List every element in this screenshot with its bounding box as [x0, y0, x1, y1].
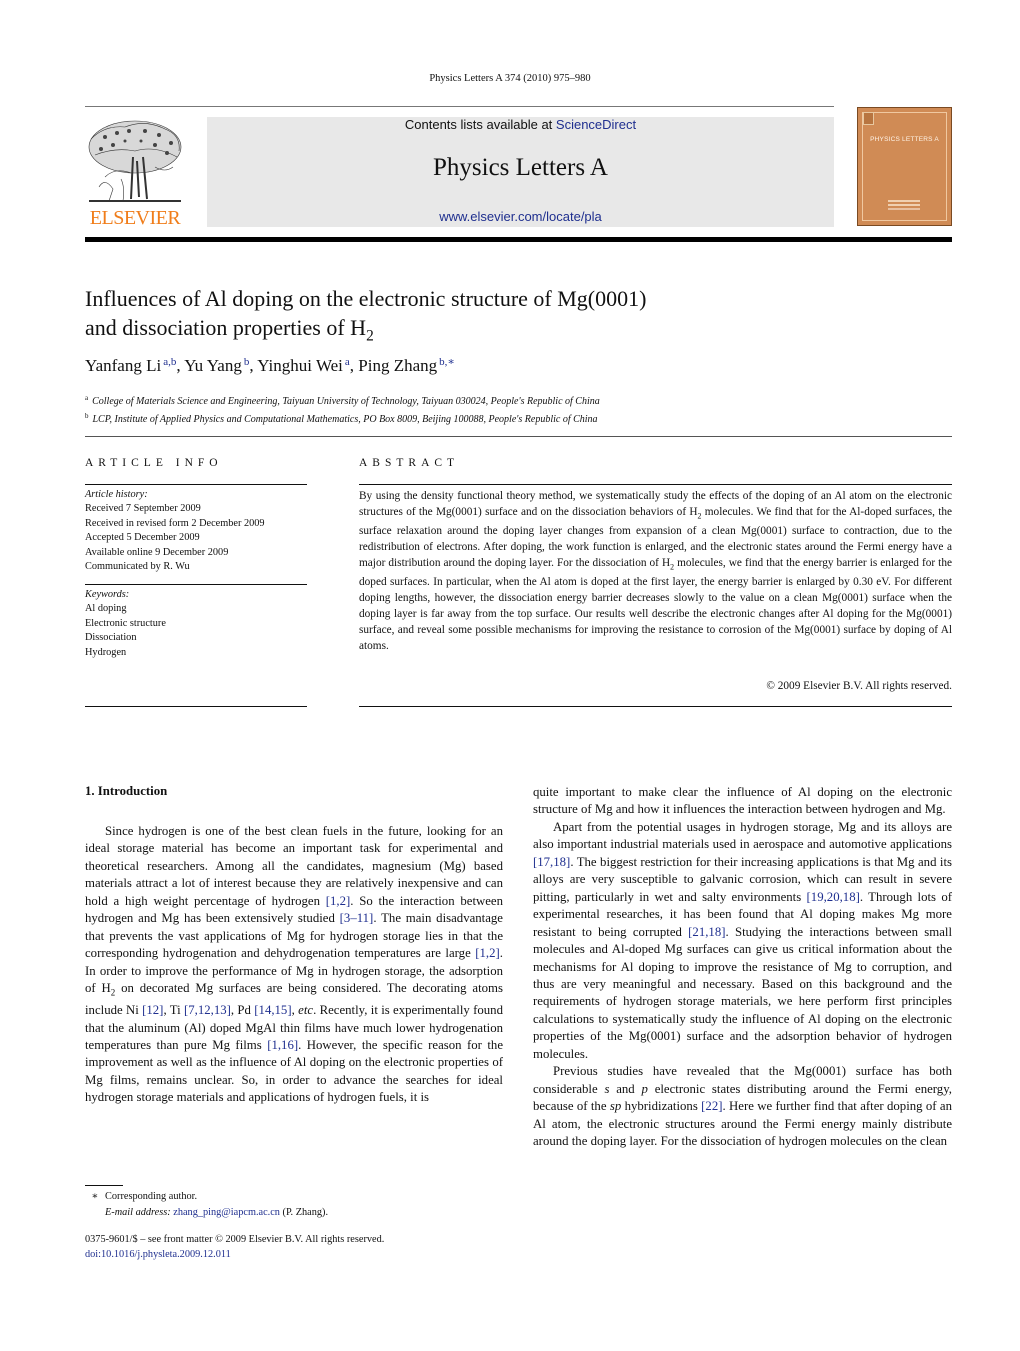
- info-rule: [85, 584, 307, 585]
- citation-link[interactable]: [1,2]: [475, 946, 500, 960]
- abstract-text-part: molecules, we find that the energy barri…: [359, 557, 952, 653]
- affiliation-mark: b: [85, 412, 89, 420]
- corresponding-text: Corresponding author.: [105, 1191, 198, 1202]
- footnotes: ∗ Corresponding author. E-mail address: z…: [85, 1189, 505, 1221]
- affiliation-a: a College of Materials Science and Engine…: [85, 391, 600, 409]
- author-affiliation-mark[interactable]: b,∗: [439, 356, 455, 368]
- affiliation-b: b LCP, Institute of Applied Physics and C…: [85, 409, 600, 427]
- journal-title: Physics Letters A: [433, 154, 608, 181]
- italic-text: p: [641, 1081, 648, 1096]
- front-matter-line: 0375-9601/$ – see front matter © 2009 El…: [85, 1234, 385, 1245]
- citation-link[interactable]: [3–11]: [340, 911, 374, 925]
- running-head: Physics Letters A 374 (2010) 975–980: [429, 73, 591, 84]
- section-heading-introduction: 1. Introduction: [85, 784, 168, 798]
- author[interactable]: Ping Zhang: [358, 356, 437, 375]
- email-suffix: (P. Zhang).: [279, 1207, 329, 1218]
- abstract-heading: ABSTRACT: [359, 457, 460, 469]
- history-item: Available online 9 December 2009: [85, 546, 229, 558]
- author-list: Yanfang Li a,b, Yu Yang b, Yinghui Wei a, P…: [85, 355, 455, 376]
- article-history: Article history: Received 7 September 20…: [85, 488, 307, 574]
- title-line-1: Influences of Al doping on the electroni…: [85, 286, 647, 311]
- email-link[interactable]: zhang_ping@iapcm.ac.cn: [173, 1207, 280, 1218]
- citation-link[interactable]: [19,20,18]: [807, 890, 860, 904]
- section-rule: [85, 436, 952, 437]
- article-title: Influences of Al doping on the electroni…: [85, 284, 845, 350]
- history-label: Article history:: [85, 489, 148, 500]
- citation-link[interactable]: [12]: [142, 1003, 163, 1017]
- sciencedirect-link[interactable]: ScienceDirect: [556, 117, 636, 132]
- keyword: Electronic structure: [85, 617, 166, 629]
- article-info-heading: ARTICLE INFO: [85, 457, 223, 469]
- keyword: Dissociation: [85, 632, 137, 644]
- keywords: Keywords: Al doping Electronic structure…: [85, 588, 307, 660]
- affiliation-text: LCP, Institute of Applied Physics and Co…: [92, 414, 598, 425]
- front-matter: 0375-9601/$ – see front matter © 2009 El…: [85, 1233, 505, 1262]
- intro-paragraph-3: Previous studies have revealed that the …: [533, 1064, 952, 1149]
- info-rule: [85, 484, 307, 485]
- citation-link[interactable]: [7,12,13]: [184, 1003, 231, 1017]
- history-item: Accepted 5 December 2009: [85, 532, 200, 544]
- body-column-left: Since hydrogen is one of the best clean …: [85, 823, 503, 1107]
- journal-cover-thumbnail: PHYSICS LETTERS A: [857, 107, 952, 226]
- history-item: Received in revised form 2 December 2009: [85, 517, 265, 529]
- keyword: Hydrogen: [85, 646, 127, 658]
- italic-text: s: [604, 1081, 610, 1096]
- italic-text: sp: [609, 1099, 622, 1114]
- author[interactable]: Yanfang Li: [85, 356, 161, 375]
- journal-masthead: Contents lists available at ScienceDirec…: [207, 117, 834, 227]
- affiliation-text: College of Materials Science and Enginee…: [92, 396, 600, 407]
- journal-url-link[interactable]: www.elsevier.com/locate/pla: [207, 209, 834, 224]
- email-note: E-mail address: zhang_ping@iapcm.ac.cn (…: [85, 1205, 505, 1221]
- author-affiliation-mark[interactable]: a,b: [163, 356, 176, 368]
- abstract-rule: [359, 484, 952, 485]
- author[interactable]: Yinghui Wei: [257, 356, 343, 375]
- keyword: Al doping: [85, 603, 127, 615]
- citation-link[interactable]: [17,18]: [533, 855, 570, 869]
- citation-link[interactable]: [1,2]: [326, 894, 351, 908]
- intro-paragraph-1: Since hydrogen is one of the best clean …: [85, 824, 504, 1105]
- top-rule: [85, 106, 834, 107]
- abstract-copyright: © 2009 Elsevier B.V. All rights reserved…: [766, 680, 952, 692]
- header-thick-rule: [85, 237, 952, 242]
- info-rule: [85, 706, 307, 707]
- citation-link[interactable]: [21,18]: [688, 925, 725, 939]
- cover-frame: [862, 112, 947, 221]
- title-line-2: and dissociation properties of H: [85, 315, 367, 340]
- body-column-right: quite important to make clear the influe…: [533, 784, 952, 1151]
- title-subscript: 2: [366, 327, 374, 345]
- elsevier-wordmark: ELSEVIER: [89, 207, 181, 229]
- author[interactable]: Yu Yang: [184, 356, 242, 375]
- cover-emblem-icon: [863, 112, 874, 125]
- history-item: Received 7 September 2009: [85, 503, 201, 515]
- affiliation-mark: a: [85, 394, 89, 402]
- affiliations: a College of Materials Science and Engine…: [85, 391, 600, 427]
- intro-paragraph-2: Apart from the potential usages in hydro…: [533, 819, 952, 1061]
- cover-title: PHYSICS LETTERS A: [870, 136, 939, 143]
- corresponding-author-note: ∗ Corresponding author.: [85, 1189, 505, 1205]
- footnote-rule: [85, 1185, 123, 1186]
- abstract-body: By using the density functional theory m…: [359, 489, 952, 655]
- contents-line: Contents lists available at ScienceDirec…: [207, 117, 834, 132]
- abstract-rule: [359, 706, 952, 707]
- cover-footer-lines: [888, 200, 920, 202]
- history-item: Communicated by R. Wu: [85, 561, 190, 573]
- citation-link[interactable]: [14,15]: [254, 1003, 291, 1017]
- email-label: E-mail address:: [105, 1207, 171, 1218]
- keywords-label: Keywords:: [85, 589, 130, 600]
- citation-link[interactable]: [22]: [701, 1099, 722, 1113]
- citation-link[interactable]: [1,16]: [267, 1038, 298, 1052]
- subscript: 2: [110, 987, 116, 998]
- contents-prefix: Contents lists available at: [404, 117, 556, 132]
- intro-paragraph-1-continued: quite important to make clear the influe…: [533, 785, 952, 817]
- doi-link[interactable]: doi:10.1016/j.physleta.2009.12.011: [85, 1249, 231, 1260]
- italic-text: etc: [298, 1003, 314, 1018]
- footnote-star: ∗: [91, 1191, 99, 1202]
